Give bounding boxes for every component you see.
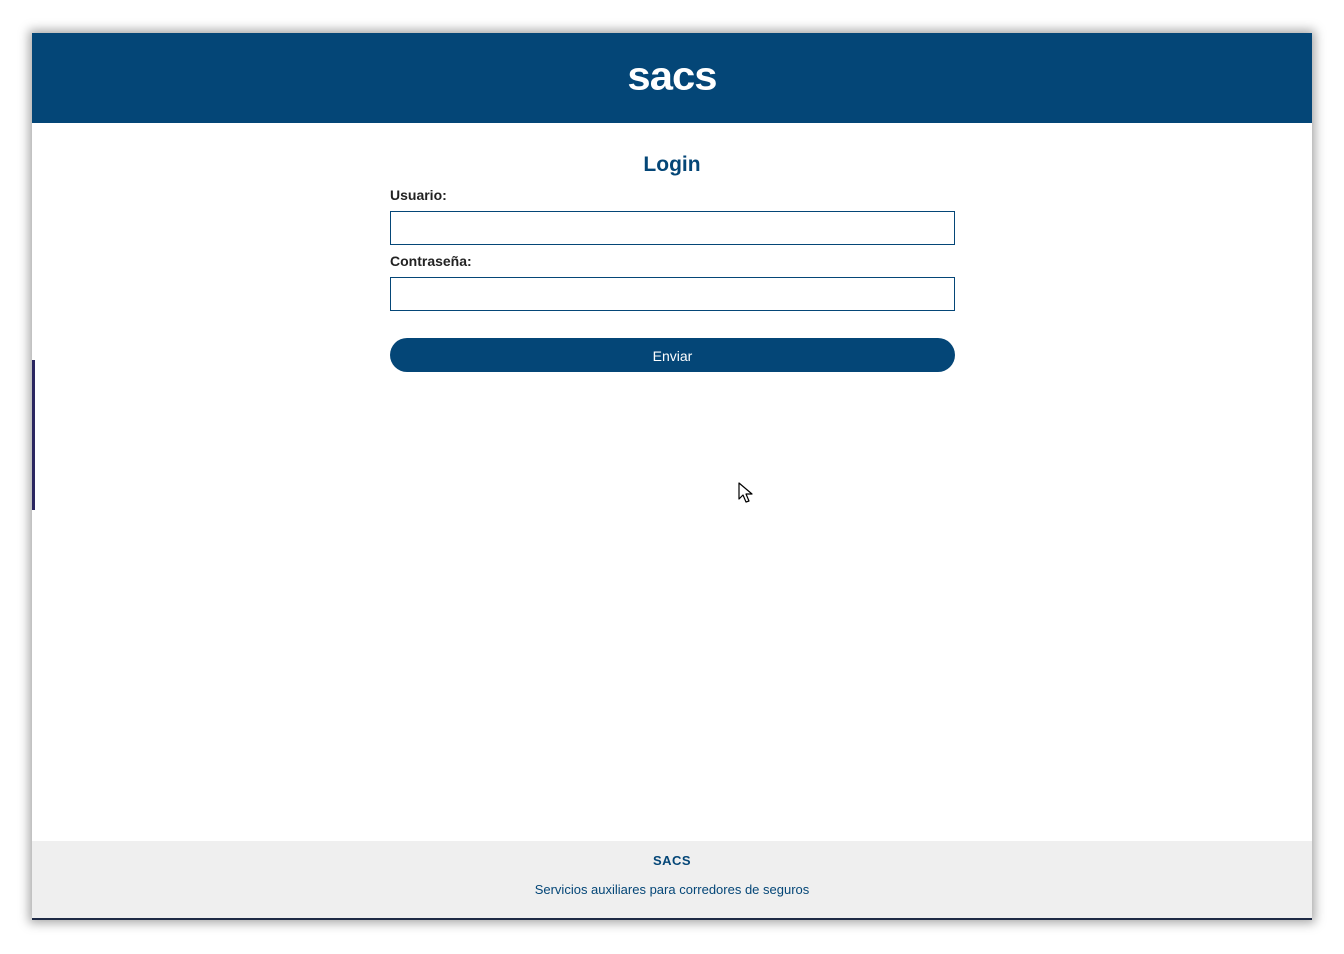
login-form: Usuario: Contraseña: Enviar bbox=[390, 186, 955, 372]
submit-button[interactable]: Enviar bbox=[390, 338, 955, 372]
header-bar: sacs bbox=[32, 33, 1312, 123]
sacs-logo: sacs bbox=[627, 54, 717, 99]
app-window: sacs Login Usuario: Contraseña: Enviar S… bbox=[32, 33, 1312, 920]
footer-tagline: Servicios auxiliares para corredores de … bbox=[534, 882, 810, 897]
username-input[interactable] bbox=[390, 211, 955, 245]
username-label: Usuario: bbox=[390, 187, 447, 203]
side-panel-handle[interactable] bbox=[32, 360, 35, 510]
login-title: Login bbox=[643, 153, 701, 176]
footer-brand: SACS bbox=[652, 853, 692, 868]
footer: SACS Servicios auxiliares para corredore… bbox=[32, 841, 1312, 920]
mouse-cursor-icon bbox=[738, 482, 753, 503]
password-label: Contraseña: bbox=[390, 253, 472, 269]
password-input[interactable] bbox=[390, 277, 955, 311]
